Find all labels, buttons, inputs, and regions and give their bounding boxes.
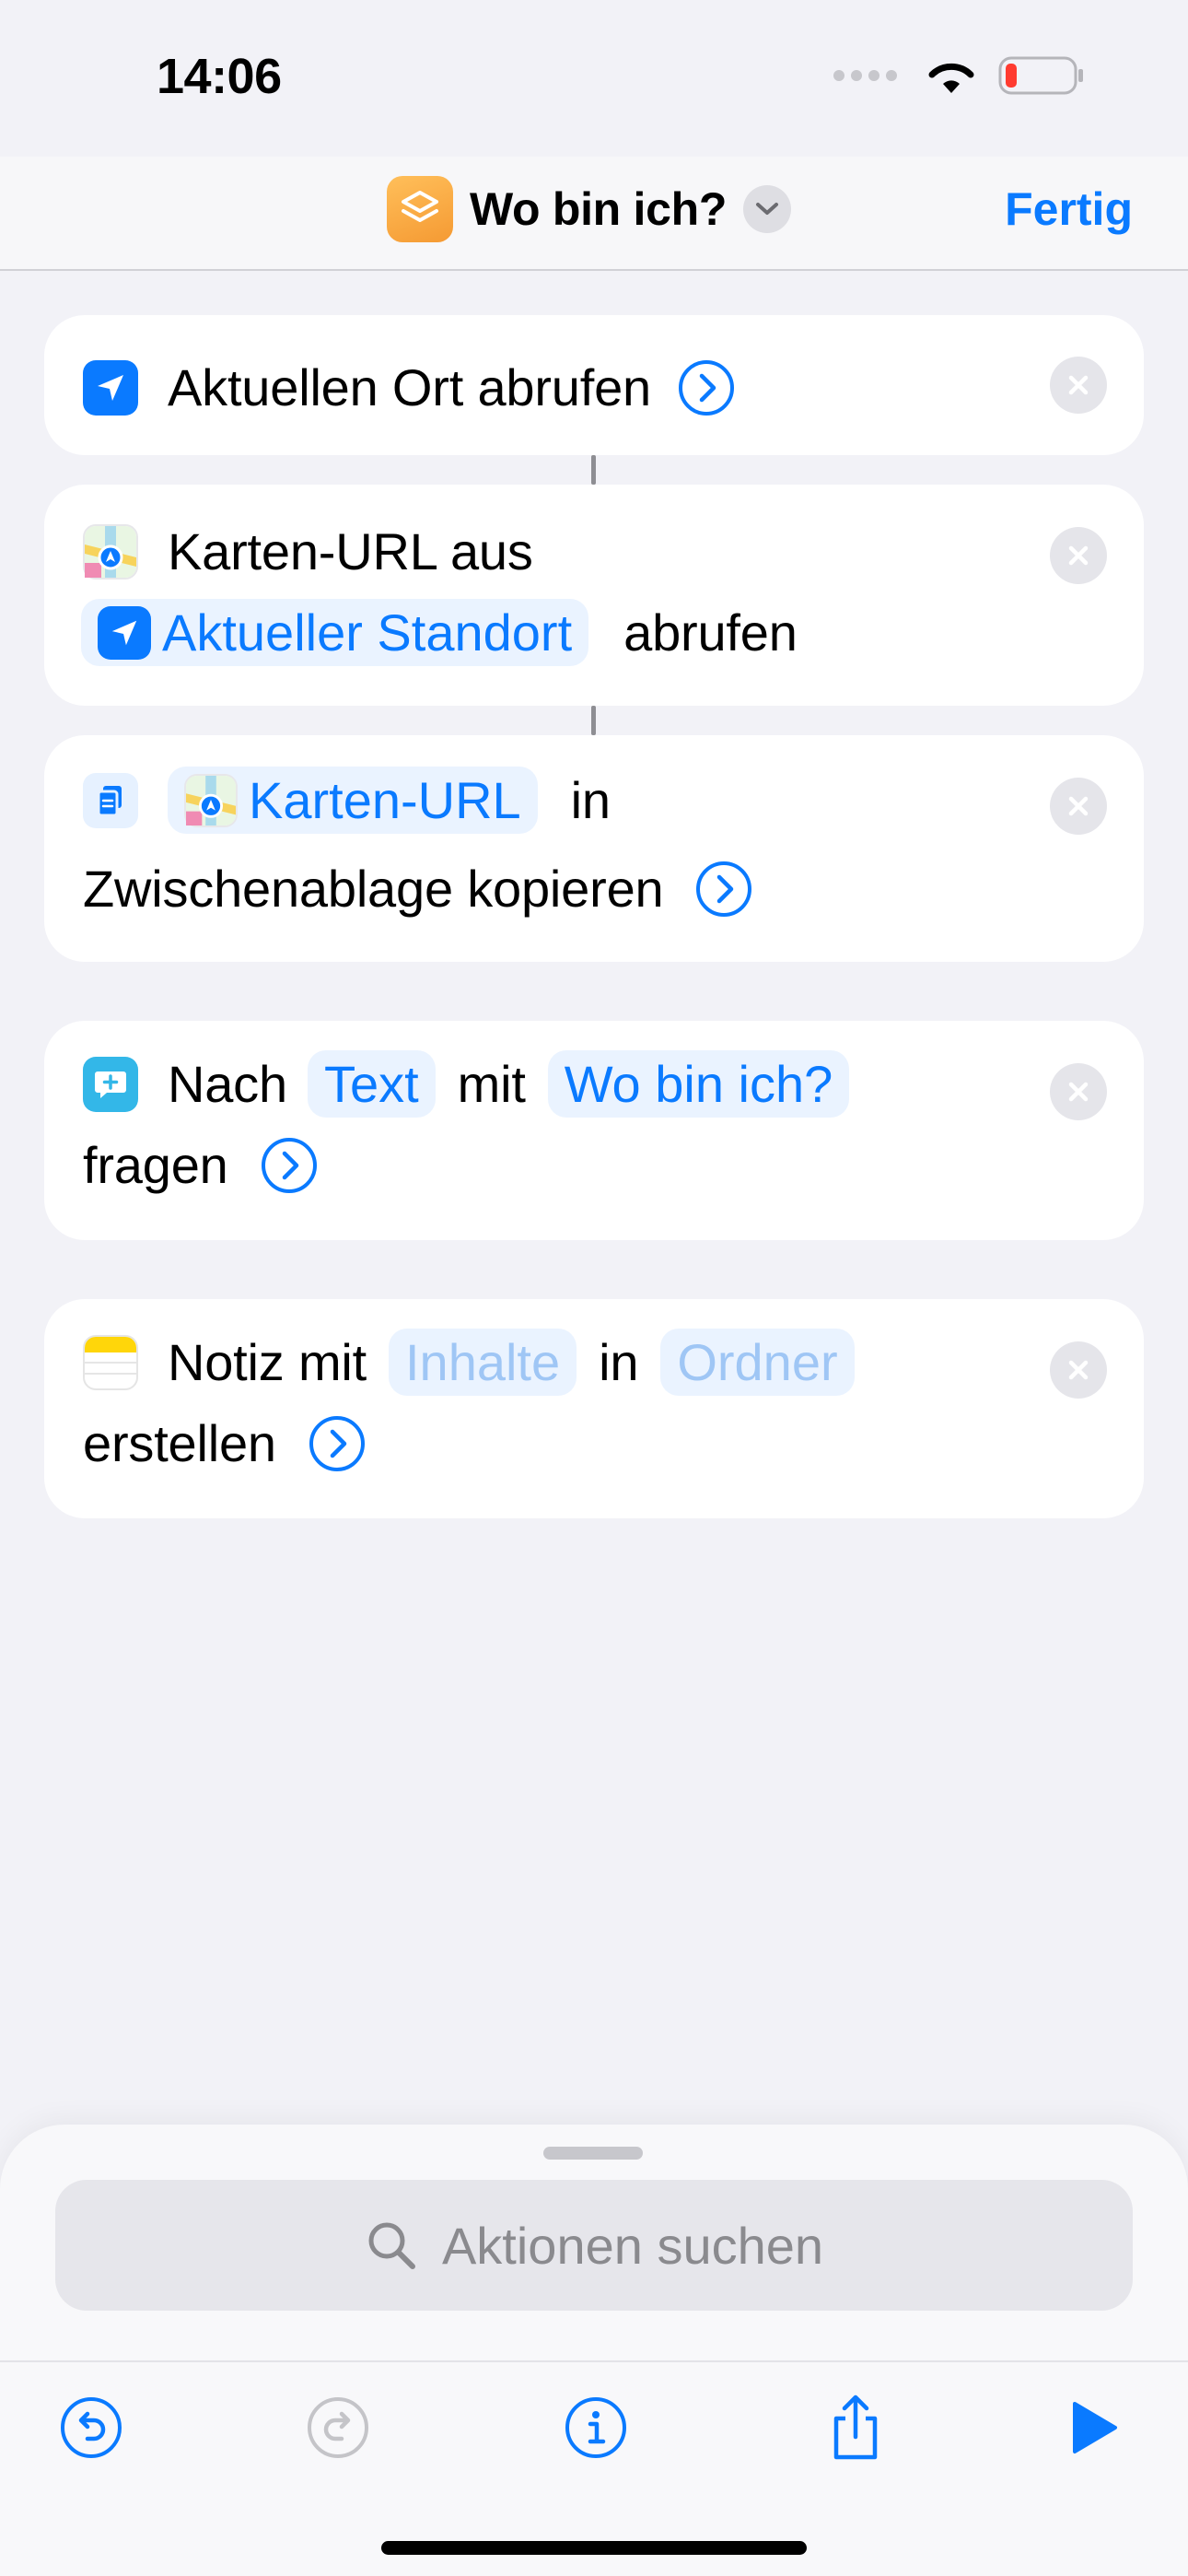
sheet-grabber[interactable] xyxy=(543,2147,643,2160)
action-label: fragen xyxy=(83,1136,228,1194)
shortcut-title: Wo bin ich? xyxy=(470,183,728,235)
undo-icon xyxy=(61,2397,122,2458)
actions-bottom-sheet: Aktionen suchen xyxy=(0,2125,1188,2576)
action-create-note[interactable]: Notiz mit Inhalte in Ordner erstellen xyxy=(44,1299,1144,1518)
parameter-chip-content[interactable]: Inhalte xyxy=(389,1329,577,1396)
chip-label: Karten-URL xyxy=(249,771,521,829)
action-label-prefix: Notiz mit xyxy=(168,1333,367,1391)
editor-toolbar xyxy=(0,2366,1188,2486)
action-label: Karten-URL aus xyxy=(168,522,533,580)
action-label-middle: in xyxy=(599,1333,639,1391)
parameter-chip-folder[interactable]: Ordner xyxy=(660,1329,855,1396)
action-label: Aktuellen Ort abrufen xyxy=(168,358,651,416)
expand-chevron-icon[interactable] xyxy=(308,1414,367,1473)
status-icons xyxy=(833,55,1085,96)
battery-icon xyxy=(998,56,1083,95)
shortcut-editor-screen: 14:06 Wo bin ich? Fertig Aktuellen Ort a… xyxy=(0,0,1188,2576)
action-connector xyxy=(591,455,596,485)
variable-chip-current-location[interactable]: Aktueller Standort xyxy=(81,599,589,666)
action-copy-to-clipboard[interactable]: Karten-URL in Zwischenablage kopieren xyxy=(44,735,1144,962)
action-get-maps-url[interactable]: Karten-URL aus Aktueller Standort abrufe… xyxy=(44,485,1144,706)
remove-action-button[interactable] xyxy=(1050,778,1107,835)
parameter-chip-input-type[interactable]: Text xyxy=(307,1050,436,1118)
remove-action-button[interactable] xyxy=(1050,1341,1107,1399)
navigation-bar: Wo bin ich? Fertig xyxy=(0,157,1188,271)
expand-chevron-icon[interactable] xyxy=(677,358,736,417)
notes-icon xyxy=(83,1334,138,1390)
search-actions-field[interactable]: Aktionen suchen xyxy=(55,2180,1133,2311)
redo-button[interactable] xyxy=(304,2394,372,2462)
status-time: 14:06 xyxy=(157,49,282,104)
search-icon xyxy=(368,2222,415,2269)
action-label-suffix: abrufen xyxy=(623,603,798,662)
remove-action-button[interactable] xyxy=(1050,1063,1107,1120)
action-label-middle: mit xyxy=(457,1055,526,1113)
redo-icon xyxy=(308,2397,368,2458)
variable-chip-maps-url[interactable]: Karten-URL xyxy=(168,767,538,834)
shortcuts-app-icon xyxy=(387,176,453,242)
location-arrow-icon xyxy=(83,359,138,416)
chevron-down-icon[interactable] xyxy=(743,185,792,233)
search-placeholder: Aktionen suchen xyxy=(441,2216,824,2275)
clipboard-icon xyxy=(83,772,138,828)
play-icon xyxy=(1073,2402,1117,2453)
toolbar-divider xyxy=(0,2360,1188,2362)
action-connector xyxy=(591,706,596,735)
share-icon xyxy=(833,2395,878,2460)
expand-chevron-icon[interactable] xyxy=(260,1136,319,1195)
info-button[interactable] xyxy=(562,2394,630,2462)
maps-icon xyxy=(184,773,238,827)
chip-label: Aktueller Standort xyxy=(162,603,573,662)
undo-button[interactable] xyxy=(57,2394,125,2462)
done-button[interactable]: Fertig xyxy=(1005,182,1133,236)
home-indicator[interactable] xyxy=(381,2541,807,2555)
remove-action-button[interactable] xyxy=(1050,357,1107,414)
action-label-prefix: Nach xyxy=(168,1055,287,1113)
maps-icon xyxy=(83,523,138,580)
wifi-icon xyxy=(928,63,974,93)
action-label-suffix: in xyxy=(570,771,611,829)
action-label: erstellen xyxy=(83,1414,276,1472)
action-label: Zwischenablage kopieren xyxy=(83,860,664,918)
expand-chevron-icon[interactable] xyxy=(694,860,753,919)
run-button[interactable] xyxy=(1059,2394,1127,2462)
share-button[interactable] xyxy=(821,2394,890,2462)
cellular-signal-icon xyxy=(833,70,897,81)
location-arrow-icon xyxy=(98,605,151,660)
parameter-chip-prompt[interactable]: Wo bin ich? xyxy=(547,1050,850,1118)
action-ask-for-input[interactable]: Nach Text mit Wo bin ich? fragen xyxy=(44,1021,1144,1240)
action-get-current-location[interactable]: Aktuellen Ort abrufen xyxy=(44,315,1144,455)
info-icon xyxy=(565,2397,626,2458)
remove-action-button[interactable] xyxy=(1050,527,1107,584)
shortcut-title-menu[interactable]: Wo bin ich? xyxy=(387,175,792,243)
speech-bubble-icon xyxy=(83,1056,138,1112)
